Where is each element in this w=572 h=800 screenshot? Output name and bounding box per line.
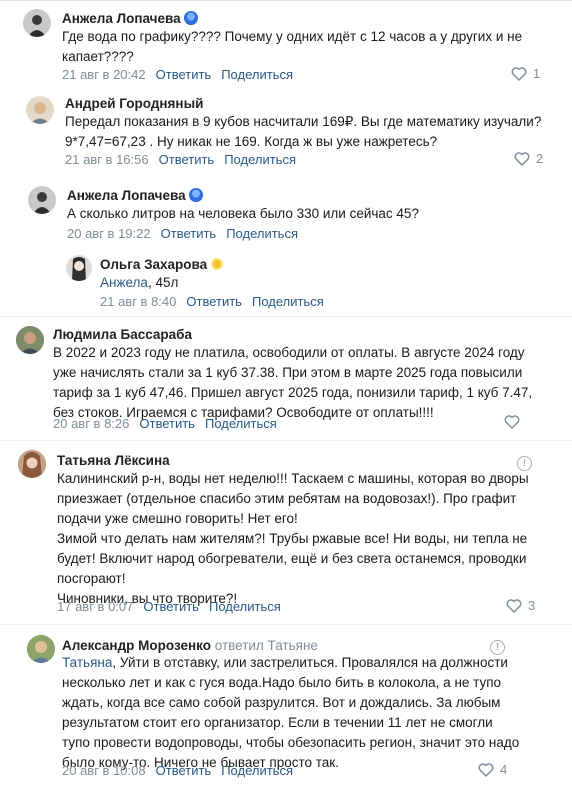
comment-meta: 20 авг в 10:08 Ответить Поделиться [62, 763, 293, 778]
avatar[interactable] [23, 9, 51, 37]
heart-icon [506, 598, 522, 613]
share-button[interactable]: Поделиться [226, 226, 298, 241]
reply-button[interactable]: Ответить [143, 599, 199, 614]
mention-link[interactable]: Анжела [100, 275, 148, 290]
heart-icon [504, 415, 520, 429]
comment-text: Передал показания в 9 кубов насчитали 16… [65, 114, 542, 149]
comment-text: В 2022 и 2023 году не платила, освободил… [53, 345, 533, 420]
avatar[interactable] [18, 450, 46, 478]
divider [0, 316, 572, 317]
badge-icon [183, 11, 198, 25]
comment-meta: 21 авг в 8:40 Ответить Поделиться [100, 294, 324, 309]
badge-icon [188, 188, 203, 202]
mention-link[interactable]: Татьяна [62, 655, 112, 670]
like-button[interactable]: 1 [511, 66, 540, 81]
reply-button[interactable]: Ответить [156, 67, 212, 82]
comment-meta: 17 авг в 0:07 Ответить Поделиться [57, 599, 281, 614]
like-count: 1 [533, 66, 541, 81]
author-name[interactable]: Анжела Лопачева [67, 188, 203, 203]
top-divider [0, 0, 572, 1]
comment-meta: 21 авг в 20:42 Ответить Поделиться [62, 67, 293, 82]
heart-icon [514, 151, 530, 166]
like-count: 2 [536, 151, 544, 166]
avatar[interactable] [28, 186, 56, 214]
heart-icon [478, 762, 494, 777]
reply-button[interactable]: Ответить [159, 152, 215, 167]
reply-button[interactable]: Ответить [161, 226, 217, 241]
share-button[interactable]: Поделиться [224, 152, 296, 167]
timestamp[interactable]: 20 авг в 19:22 [67, 226, 151, 241]
reply-button[interactable]: Ответить [186, 294, 242, 309]
author-name[interactable]: Александр Морозенко ответил Татьяне [62, 638, 318, 653]
like-count: 4 [500, 762, 508, 777]
like-button[interactable] [504, 415, 526, 429]
comment-text: Калининский р-н, воды нет неделю!!! Таск… [57, 471, 529, 606]
share-button[interactable]: Поделиться [209, 599, 281, 614]
like-button[interactable]: 2 [514, 151, 543, 166]
timestamp[interactable]: 21 авг в 8:40 [100, 294, 176, 309]
author-name[interactable]: Ольга Захарова [100, 257, 225, 272]
comment-text: Где вода по графику???? Почему у одних и… [62, 29, 523, 64]
comment-meta: 20 авг в 19:22 Ответить Поделиться [67, 226, 298, 241]
reply-button[interactable]: Ответить [139, 416, 195, 431]
timestamp[interactable]: 21 авг в 16:56 [65, 152, 149, 167]
share-button[interactable]: Поделиться [205, 416, 277, 431]
like-button[interactable]: 3 [506, 598, 535, 613]
author-name[interactable]: Татьяна Лёксина [57, 453, 170, 468]
comment-text: Анжела, 45л [100, 275, 179, 290]
timestamp[interactable]: 21 авг в 20:42 [62, 67, 146, 82]
author-name[interactable]: Людмила Бассараба [53, 327, 192, 342]
avatar[interactable] [26, 96, 54, 124]
share-button[interactable]: Поделиться [221, 67, 293, 82]
avatar[interactable] [27, 635, 55, 663]
comment-text: Татьяна, Уйти в отставку, или застрелить… [62, 655, 520, 770]
share-button[interactable]: Поделиться [221, 763, 293, 778]
timestamp[interactable]: 20 авг в 8:26 [53, 416, 129, 431]
divider [0, 440, 572, 441]
reply-to-label[interactable]: ответил Татьяне [215, 638, 318, 653]
share-button[interactable]: Поделиться [252, 294, 324, 309]
heart-icon [511, 66, 527, 81]
like-button[interactable]: 4 [478, 762, 507, 777]
author-name[interactable]: Анжела Лопачева [62, 11, 198, 26]
reply-button[interactable]: Ответить [156, 763, 212, 778]
timestamp[interactable]: 20 авг в 10:08 [62, 763, 146, 778]
divider [0, 624, 572, 625]
avatar[interactable] [16, 326, 44, 354]
comment-text: А сколько литров на человека было 330 ил… [67, 206, 419, 221]
sun-icon [210, 257, 225, 271]
like-count: 3 [528, 598, 536, 613]
comment-meta: 21 авг в 16:56 Ответить Поделиться [65, 152, 296, 167]
avatar[interactable] [66, 255, 92, 281]
comment-meta: 20 авг в 8:26 Ответить Поделиться [53, 416, 277, 431]
author-name[interactable]: Андрей Городняный [65, 96, 203, 111]
timestamp[interactable]: 17 авг в 0:07 [57, 599, 133, 614]
